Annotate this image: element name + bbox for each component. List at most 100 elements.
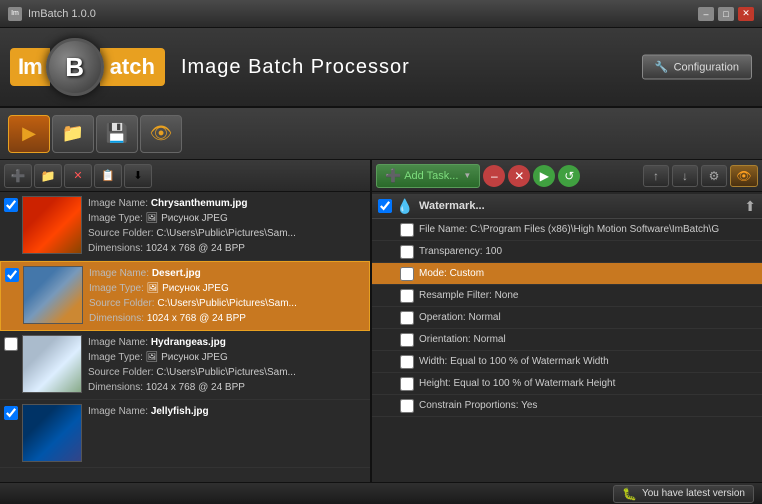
export-button[interactable]: ⬇ — [124, 164, 152, 188]
file-name-line: Image Name: Jellyfish.jpg — [88, 404, 366, 419]
eye-task-button[interactable]: 👁 — [730, 165, 758, 187]
file-checkbox[interactable] — [4, 406, 18, 420]
add-folder-button[interactable]: 📁 — [34, 164, 62, 188]
plus-circle-icon: ➕ — [385, 168, 401, 184]
close-button[interactable]: ✕ — [738, 7, 754, 21]
task-icon-btn-1[interactable]: ↑ — [643, 165, 669, 187]
task-property[interactable]: Transparency: 100 — [372, 241, 762, 263]
file-item[interactable]: Image Name: Desert.jpgImage Type: 🖼 Рису… — [0, 261, 370, 331]
task-icon-btn-2[interactable]: ↓ — [672, 165, 698, 187]
file-type-line: Image Type: 🖼 Рисунок JPEG — [88, 211, 366, 226]
property-text: Operation: Normal — [419, 312, 501, 323]
status-message: You have latest version — [642, 488, 745, 499]
save-icon: 💾 — [106, 123, 128, 144]
import-icon: 📋 — [101, 169, 115, 182]
property-checkbox[interactable] — [400, 399, 414, 413]
property-checkbox[interactable] — [400, 245, 414, 259]
file-folder-line: Source Folder: C:\Users\Public\Pictures\… — [89, 296, 365, 311]
property-checkbox[interactable] — [400, 333, 414, 347]
property-checkbox[interactable] — [400, 355, 414, 369]
status-badge: 🐛 You have latest version — [613, 485, 754, 503]
file-checkbox[interactable] — [4, 198, 18, 212]
property-checkbox[interactable] — [400, 223, 414, 237]
folder-button[interactable]: 📁 — [52, 115, 94, 153]
task-property[interactable]: Height: Equal to 100 % of Watermark Heig… — [372, 373, 762, 395]
file-dimensions-line: Dimensions: 1024 x 768 @ 24 BPP — [89, 311, 365, 326]
run-button[interactable]: ▶ — [533, 165, 555, 187]
file-dimensions-line: Dimensions: 1024 x 768 @ 24 BPP — [88, 380, 366, 395]
file-list: Image Name: Chrysanthemum.jpgImage Type:… — [0, 192, 370, 482]
watermark-icon: 💧 — [396, 197, 414, 215]
file-item[interactable]: Image Name: Jellyfish.jpg — [0, 400, 370, 468]
property-text: File Name: C:\Program Files (x86)\High M… — [419, 224, 719, 235]
watermark-label: Watermark... — [419, 200, 744, 212]
property-checkbox[interactable] — [400, 311, 414, 325]
task-property[interactable]: Width: Equal to 100 % of Watermark Width — [372, 351, 762, 373]
file-item[interactable]: Image Name: Chrysanthemum.jpgImage Type:… — [0, 192, 370, 261]
titlebar-controls: – □ ✕ — [698, 7, 754, 21]
app-title: Image Batch Processor — [181, 56, 410, 79]
remove-icon: ✕ — [73, 169, 82, 182]
file-dimensions-line: Dimensions: 1024 x 768 @ 24 BPP — [88, 241, 366, 256]
task-property[interactable]: File Name: C:\Program Files (x86)\High M… — [372, 219, 762, 241]
titlebar: Im ImBatch 1.0.0 – □ ✕ — [0, 0, 762, 28]
logo-area: Im B atch Image Batch Processor — [10, 38, 410, 96]
add-files-button[interactable]: ➕ — [4, 164, 32, 188]
file-item[interactable]: Image Name: Hydrangeas.jpgImage Type: 🖼 … — [0, 331, 370, 400]
file-info: Image Name: Hydrangeas.jpgImage Type: 🖼 … — [88, 335, 366, 395]
watermark-section-header[interactable]: 💧 Watermark... ⬆ — [372, 194, 762, 219]
arrow-up-icon: ↑ — [653, 169, 659, 183]
replay-icon: ↺ — [564, 169, 574, 183]
main-toolbar: ▶ 📁 💾 👁 — [0, 108, 762, 160]
status-icon: 🐛 — [622, 487, 637, 501]
minimize-button[interactable]: – — [698, 7, 714, 21]
watermark-checkbox[interactable] — [378, 199, 392, 213]
eye-task-icon: 👁 — [736, 169, 751, 183]
file-folder-line: Source Folder: C:\Users\Public\Pictures\… — [88, 365, 366, 380]
main-area: ➕ 📁 ✕ 📋 ⬇ Image Name: Chrysanthemum.jpgI… — [0, 160, 762, 482]
task-property[interactable]: Operation: Normal — [372, 307, 762, 329]
task-property[interactable]: Resample Filter: None — [372, 285, 762, 307]
import-button[interactable]: 📋 — [94, 164, 122, 188]
config-label: Configuration — [674, 61, 739, 73]
property-checkbox[interactable] — [400, 289, 414, 303]
play-button[interactable]: ▶ — [8, 115, 50, 153]
property-text: Width: Equal to 100 % of Watermark Width — [419, 356, 609, 367]
collapse-icon[interactable]: ⬆ — [744, 198, 756, 215]
export-icon: ⬇ — [133, 169, 142, 182]
task-property[interactable]: Mode: Custom — [372, 263, 762, 285]
property-checkbox[interactable] — [400, 267, 414, 281]
file-checkbox[interactable] — [4, 337, 18, 351]
save-button[interactable]: 💾 — [96, 115, 138, 153]
task-property[interactable]: Orientation: Normal — [372, 329, 762, 351]
logo-b-circle: B — [46, 38, 104, 96]
file-thumbnail — [22, 196, 82, 254]
file-thumbnail — [23, 266, 83, 324]
add-task-button[interactable]: ➕ Add Task... ▼ — [376, 164, 480, 188]
property-text: Resample Filter: None — [419, 290, 518, 301]
file-panel: ➕ 📁 ✕ 📋 ⬇ Image Name: Chrysanthemum.jpgI… — [0, 160, 372, 482]
add-icon: ➕ — [11, 169, 26, 183]
property-checkbox[interactable] — [400, 377, 414, 391]
folder-add-icon: 📁 — [41, 169, 56, 183]
minus-icon: – — [491, 169, 498, 183]
file-folder-line: Source Folder: C:\Users\Public\Pictures\… — [88, 226, 366, 241]
stop-icon: ✕ — [514, 169, 524, 183]
run-icon: ▶ — [540, 169, 549, 183]
replay-button[interactable]: ↺ — [558, 165, 580, 187]
remove-task-button[interactable]: – — [483, 165, 505, 187]
file-type-line: Image Type: 🖼 Рисунок JPEG — [88, 350, 366, 365]
task-property[interactable]: Constrain Proportions: Yes — [372, 395, 762, 417]
task-icon-btn-3[interactable]: ⚙ — [701, 165, 727, 187]
configuration-button[interactable]: 🔧 Configuration — [642, 55, 752, 80]
file-checkbox[interactable] — [5, 268, 19, 282]
view-button[interactable]: 👁 — [140, 115, 182, 153]
stop-button[interactable]: ✕ — [508, 165, 530, 187]
maximize-button[interactable]: □ — [718, 7, 734, 21]
file-info: Image Name: Chrysanthemum.jpgImage Type:… — [88, 196, 366, 256]
add-task-label: Add Task... — [404, 170, 458, 182]
file-toolbar: ➕ 📁 ✕ 📋 ⬇ — [0, 160, 370, 192]
remove-files-button[interactable]: ✕ — [64, 164, 92, 188]
task-panel: ➕ Add Task... ▼ – ✕ ▶ ↺ ↑ ↓ — [372, 160, 762, 482]
file-info: Image Name: Desert.jpgImage Type: 🖼 Рису… — [89, 266, 365, 326]
